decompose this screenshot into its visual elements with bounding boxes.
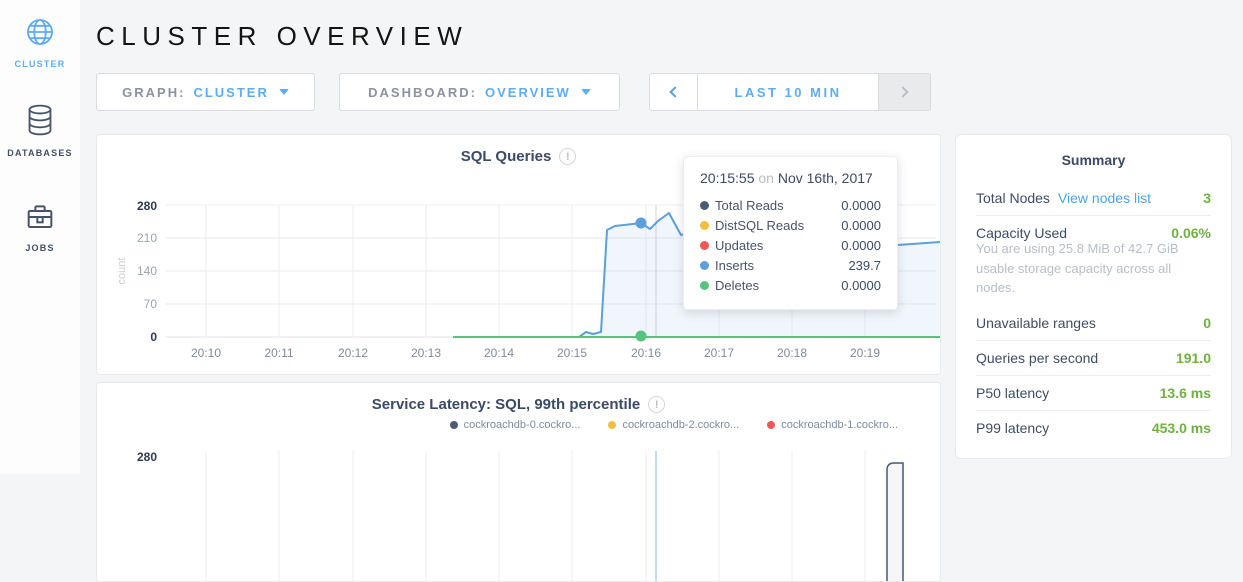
globe-icon (24, 16, 56, 53)
y-tick: 210 (137, 231, 157, 245)
database-icon (24, 103, 56, 142)
total-nodes-value: 3 (1203, 190, 1211, 206)
p50-value: 13.6 ms (1160, 385, 1211, 401)
summary-row-total-nodes: Total Nodes View nodes list 3 (976, 181, 1211, 215)
series-dot-total-reads (700, 201, 709, 210)
summary-row-p50: P50 latency 13.6 ms (976, 376, 1211, 410)
briefcase-icon (24, 202, 56, 237)
graph-dropdown-label: GRAPH: (122, 85, 185, 100)
tooltip-row: Total Reads0.0000 (700, 195, 881, 215)
caret-down-icon (581, 89, 591, 95)
x-tick: 20:16 (631, 346, 661, 360)
series-dot-inserts (700, 261, 709, 270)
tooltip-row: Inserts239.7 (700, 255, 881, 275)
chart-hover-tooltip: 20:15:55 on Nov 16th, 2017 Total Reads0.… (683, 156, 898, 310)
content-row: 280 210 140 70 0 count 20:10 20:11 20:12… (96, 134, 1232, 582)
y-axis-label: count (116, 258, 128, 285)
sidebar-item-databases[interactable]: DATABASES (0, 69, 80, 158)
tooltip-row: Deletes0.0000 (700, 275, 881, 295)
y-tick: 280 (137, 450, 157, 464)
summary-row-p99: P99 latency 453.0 ms (976, 411, 1211, 445)
time-window-prev-button[interactable] (650, 74, 698, 110)
chevron-right-icon (897, 86, 908, 97)
main-content: CLUSTER OVERVIEW GRAPH: CLUSTER DASHBOAR… (80, 0, 1243, 474)
page-title: CLUSTER OVERVIEW (96, 21, 1232, 52)
summary-title: Summary (976, 152, 1211, 168)
qps-value: 191.0 (1176, 350, 1211, 366)
sidebar-item-cluster[interactable]: CLUSTER (0, 0, 80, 69)
tooltip-row: Updates0.0000 (700, 235, 881, 255)
chart-title: SQL Queries (461, 148, 552, 165)
sidebar-item-label: DATABASES (7, 148, 72, 158)
sql-queries-chart-card: 280 210 140 70 0 count 20:10 20:11 20:12… (96, 134, 941, 375)
dashboard-dropdown-value: OVERVIEW (485, 85, 571, 100)
x-tick: 20:12 (338, 346, 368, 360)
view-nodes-list-link[interactable]: View nodes list (1058, 190, 1151, 206)
graph-dropdown[interactable]: GRAPH: CLUSTER (96, 73, 315, 111)
time-window-next-button[interactable] (878, 74, 930, 110)
summary-panel: Summary Total Nodes View nodes list 3 Ca… (955, 134, 1232, 459)
charts-column: 280 210 140 70 0 count 20:10 20:11 20:12… (96, 134, 941, 582)
p99-value: 453.0 ms (1152, 420, 1211, 436)
graph-dropdown-value: CLUSTER (193, 85, 268, 100)
x-tick: 20:13 (411, 346, 441, 360)
series-dot-distsql-reads (700, 221, 709, 230)
dashboard-dropdown[interactable]: DASHBOARD: OVERVIEW (339, 73, 620, 111)
y-tick: 0 (150, 330, 157, 344)
sidebar: CLUSTER DATABASES JOBS (0, 0, 80, 474)
unavailable-ranges-value: 0 (1203, 315, 1211, 331)
y-tick: 70 (144, 297, 158, 311)
inserts-hover-point (636, 218, 647, 229)
info-icon[interactable]: ! (559, 148, 576, 165)
x-tick: 20:14 (484, 346, 514, 360)
x-tick: 20:10 (191, 346, 221, 360)
dashboard-dropdown-label: DASHBOARD: (368, 85, 477, 100)
caret-down-icon (279, 89, 289, 95)
x-tick: 20:18 (777, 346, 807, 360)
series-dot-updates (700, 241, 709, 250)
tooltip-row: DistSQL Reads0.0000 (700, 215, 881, 235)
y-tick: 280 (137, 199, 157, 213)
deletes-hover-point (636, 331, 647, 342)
series-dot-deletes (700, 281, 709, 290)
tooltip-timestamp: 20:15:55 on Nov 16th, 2017 (700, 170, 881, 186)
sidebar-item-label: JOBS (25, 243, 54, 253)
x-tick: 20:15 (557, 346, 587, 360)
time-window-label[interactable]: LAST 10 MIN (698, 74, 878, 110)
summary-row-unavailable-ranges: Unavailable ranges 0 (976, 306, 1211, 340)
x-tick: 20:11 (264, 346, 293, 360)
x-tick: 20:19 (850, 346, 880, 360)
x-tick: 20:17 (704, 346, 734, 360)
controls-bar: GRAPH: CLUSTER DASHBOARD: OVERVIEW LAST … (96, 73, 1232, 111)
sidebar-item-jobs[interactable]: JOBS (0, 158, 80, 253)
y-tick: 140 (137, 264, 157, 278)
latency-spike-line (887, 463, 903, 581)
time-window-selector: LAST 10 MIN (649, 73, 931, 111)
chevron-left-icon (669, 86, 680, 97)
summary-row-qps: Queries per second 191.0 (976, 341, 1211, 375)
capacity-caption: You are using 25.8 MiB of 42.7 GiB usabl… (976, 239, 1211, 306)
sidebar-item-label: CLUSTER (15, 59, 66, 69)
service-latency-chart[interactable]: 280 (97, 383, 940, 581)
service-latency-chart-card: Service Latency: SQL, 99th percentile ! … (96, 382, 941, 582)
